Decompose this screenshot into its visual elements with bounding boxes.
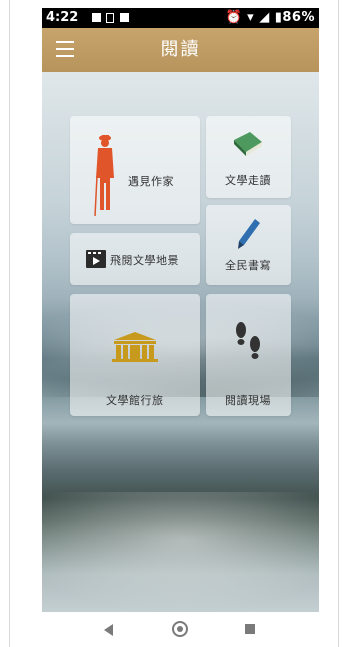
frame-left-border xyxy=(9,0,10,647)
notification-icon-2 xyxy=(120,13,129,22)
system-nav-bar xyxy=(42,612,319,647)
sim-icon xyxy=(106,13,114,23)
tile-fly-literature-map-label: 飛閱文學地景 xyxy=(110,254,179,267)
tile-fly-literature-map[interactable]: 飛閱文學地景 xyxy=(70,233,200,285)
tile-literature-walk[interactable]: 文學走讀 xyxy=(206,116,291,198)
frame-right-border xyxy=(338,0,339,647)
museum-building-icon xyxy=(112,332,158,362)
main-content: 遇見作家 文學走讀 飛閱文學地景 全民書寫 文學館行旅 閱讀現場 xyxy=(42,72,319,612)
tile-literature-walk-label: 文學走讀 xyxy=(225,174,271,187)
app-bar: 閱讀 xyxy=(42,28,319,72)
page-title: 閱讀 xyxy=(160,39,201,60)
back-triangle-icon[interactable] xyxy=(104,624,113,636)
green-book-icon xyxy=(234,132,262,156)
notification-icon xyxy=(92,13,101,22)
tile-reading-scene-label: 閱讀現場 xyxy=(225,394,271,407)
tile-everyone-write[interactable]: 全民書寫 xyxy=(206,205,291,285)
tile-meet-author[interactable]: 遇見作家 xyxy=(70,116,200,224)
home-circle-icon[interactable] xyxy=(172,621,188,637)
footprints-icon xyxy=(236,322,260,359)
status-time: 4:22 xyxy=(46,10,79,25)
tile-everyone-write-label: 全民書寫 xyxy=(225,259,271,272)
phone-screen: 4:22 ⏰ ▾ ◢ ▮86% 閱讀 遇見作家 文學走讀 飛閱文學地景 全民書寫… xyxy=(42,8,319,647)
tile-literary-museum-tour-label: 文學館行旅 xyxy=(106,394,164,407)
recent-square-icon[interactable] xyxy=(245,624,255,634)
video-play-icon xyxy=(86,250,106,268)
pen-icon xyxy=(238,219,260,249)
background-mist-lower xyxy=(42,492,319,612)
tile-meet-author-label: 遇見作家 xyxy=(128,175,174,188)
status-indicators: ⏰ ▾ ◢ ▮86% xyxy=(225,10,315,25)
author-figure-icon xyxy=(94,135,114,217)
tile-reading-scene[interactable]: 閱讀現場 xyxy=(206,294,291,416)
status-bar: 4:22 ⏰ ▾ ◢ ▮86% xyxy=(42,8,319,28)
tile-literary-museum-tour[interactable]: 文學館行旅 xyxy=(70,294,200,416)
